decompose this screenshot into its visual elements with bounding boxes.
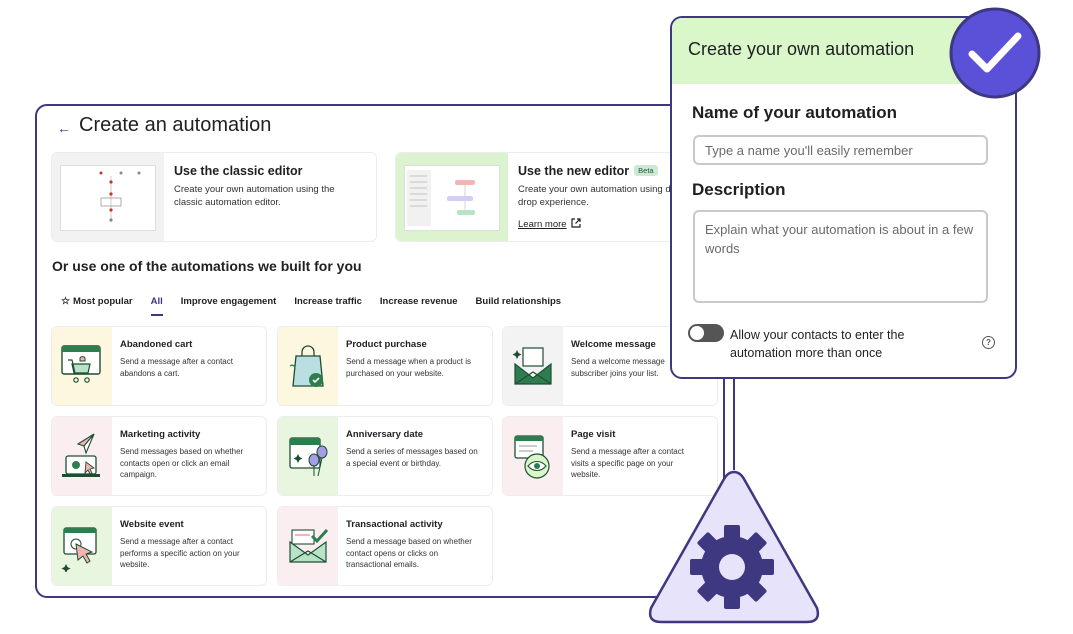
- tab-most-popular[interactable]: ☆ Most popular: [61, 296, 133, 316]
- tab-improve-engagement[interactable]: Improve engagement: [181, 296, 277, 316]
- tab-all[interactable]: All: [150, 296, 163, 316]
- tile-description: Send a series of messages based on a spe…: [346, 447, 478, 468]
- eye-page-icon: [503, 417, 563, 495]
- tile-description: Send a message based on whether contact …: [346, 537, 472, 569]
- template-marketing-activity[interactable]: Marketing activity Send messages based o…: [51, 416, 267, 496]
- tile-description: Send messages based on whether contacts …: [120, 447, 244, 479]
- tile-title: Anniversary date: [346, 429, 424, 440]
- description-label: Description: [692, 180, 786, 199]
- calendar-balloon-icon: [278, 417, 338, 495]
- tab-build-relationships[interactable]: Build relationships: [476, 296, 562, 316]
- external-link-icon[interactable]: [571, 218, 581, 231]
- automation-description-input[interactable]: [693, 210, 988, 303]
- allow-reentry-toggle[interactable]: [688, 324, 724, 342]
- beta-badge: Beta: [634, 165, 658, 176]
- gear-icon: [643, 466, 825, 628]
- envelope-icon: [503, 327, 563, 405]
- template-anniversary-date[interactable]: Anniversary date Send a series of messag…: [277, 416, 493, 496]
- cursor-click-icon: [52, 507, 112, 585]
- page-title: Create an automation: [79, 114, 272, 136]
- tile-title: Website event: [120, 519, 184, 530]
- category-tabs: ☆ Most popular All Improve engagement Inc…: [61, 296, 579, 316]
- create-automation-card: ← Create an automation Use the classic e…: [35, 104, 725, 598]
- check-badge-icon: [948, 6, 1042, 100]
- back-arrow-icon[interactable]: ←: [57, 120, 71, 136]
- toggle-knob: [690, 326, 704, 340]
- form-header-title: Create your own automation: [688, 39, 915, 59]
- classic-editor-thumbnail: [52, 153, 164, 241]
- name-label: Name of your automation: [692, 103, 897, 122]
- classic-editor-card[interactable]: Use the classic editor Create your own a…: [51, 152, 377, 242]
- tile-title: Welcome message: [571, 339, 656, 350]
- template-website-event[interactable]: Website event Send a message after a con…: [51, 506, 267, 586]
- new-editor-title: Use the new editor Beta: [518, 164, 658, 178]
- template-transactional-activity[interactable]: Transactional activity Send a message ba…: [277, 506, 493, 586]
- shopping-cart-icon: [52, 327, 112, 405]
- automation-name-input[interactable]: [693, 135, 988, 165]
- tile-title: Page visit: [571, 429, 616, 440]
- shopping-bag-icon: [278, 327, 338, 405]
- paper-plane-icon: [52, 417, 112, 495]
- classic-editor-title: Use the classic editor: [174, 164, 303, 178]
- tile-title: Product purchase: [346, 339, 427, 350]
- learn-more-link[interactable]: Learn more: [518, 219, 567, 230]
- tile-title: Marketing activity: [120, 429, 201, 440]
- envelope-check-icon: [278, 507, 338, 585]
- tile-description: Send a message after a contact performs …: [120, 537, 240, 569]
- classic-editor-description: Create your own automation using the cla…: [174, 184, 335, 208]
- tab-increase-revenue[interactable]: Increase revenue: [380, 296, 458, 316]
- template-product-purchase[interactable]: Product purchase Send a message when a p…: [277, 326, 493, 406]
- tile-title: Transactional activity: [346, 519, 443, 530]
- new-editor-thumbnail: [396, 153, 508, 241]
- help-icon[interactable]: ?: [982, 336, 995, 349]
- tile-title: Abandoned cart: [120, 339, 193, 350]
- section-title: Or use one of the automations we built f…: [52, 258, 362, 274]
- tab-increase-traffic[interactable]: Increase traffic: [294, 296, 362, 316]
- connector-line: [733, 378, 735, 470]
- tile-description: Send a message when a product is purchas…: [346, 357, 471, 378]
- allow-reentry-label: Allow your contacts to enter the automat…: [730, 328, 905, 360]
- star-icon: ☆: [61, 296, 70, 307]
- tile-description: Send a message after a contact abandons …: [120, 357, 233, 378]
- template-abandoned-cart[interactable]: Abandoned cart Send a message after a co…: [51, 326, 267, 406]
